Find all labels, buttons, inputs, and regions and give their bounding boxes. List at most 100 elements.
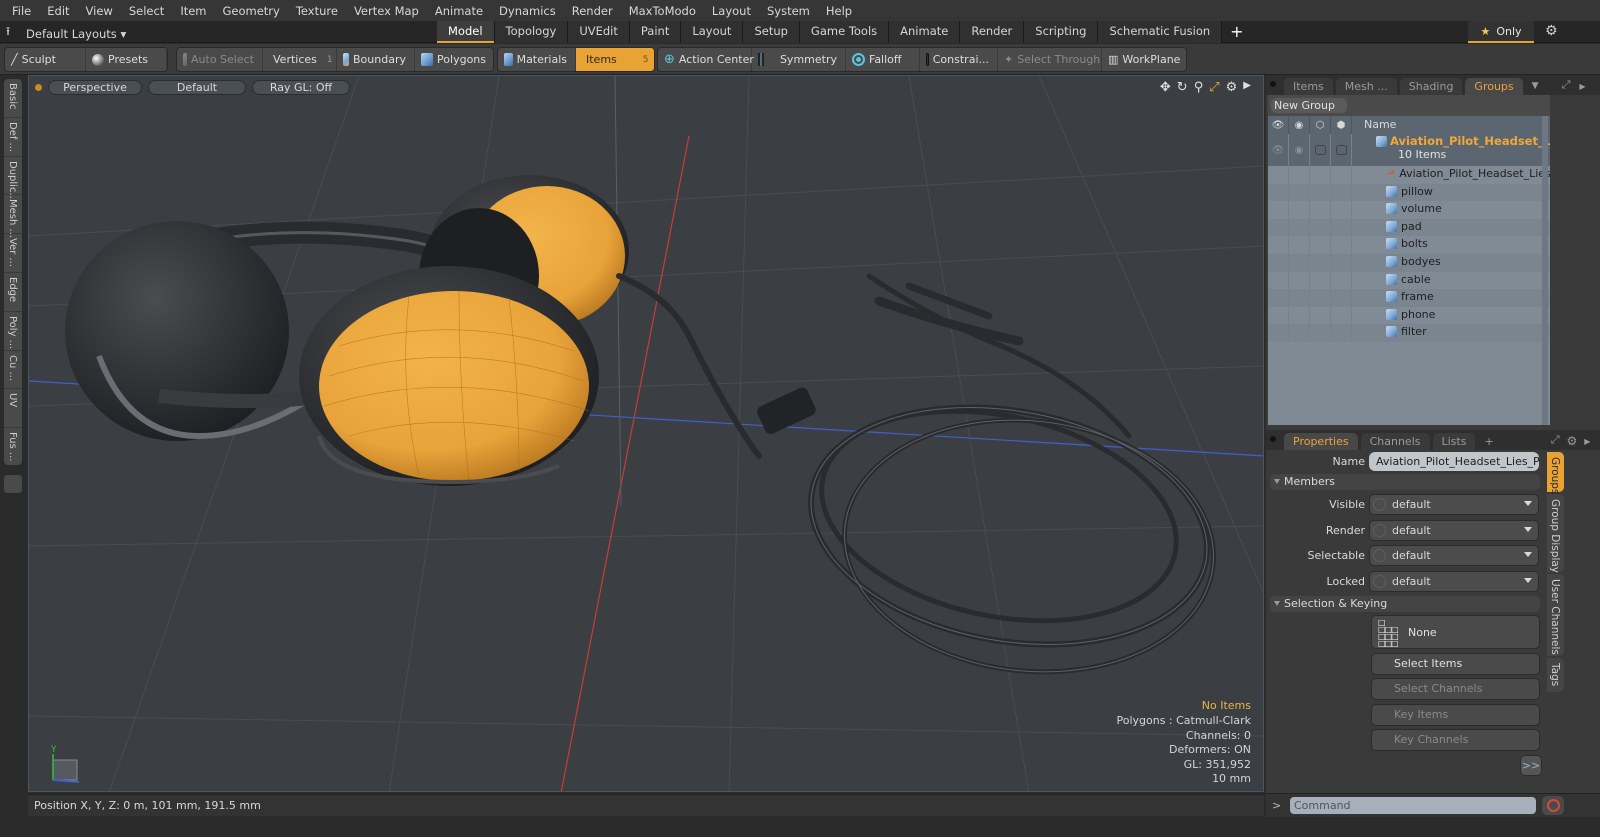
lock-column-cube-icon[interactable]: ⬢ [1331,116,1352,134]
member-toggle-cell[interactable] [1331,201,1352,219]
polygons-button[interactable]: Polygons [415,48,493,71]
member-toggle-cell[interactable] [1310,201,1331,219]
visible-select[interactable]: default [1369,494,1539,515]
name-input[interactable]: Aviation_Pilot_Headset_Lies_Pos [1369,452,1539,471]
record-macro-button[interactable] [1542,796,1564,815]
member-toggle-cell[interactable] [1310,236,1331,254]
tab-lists[interactable]: Lists [1432,433,1476,450]
selectable-column-cube-icon[interactable]: ⬡ [1310,116,1331,134]
menu-system[interactable]: System [759,4,818,18]
tab-schematic-fusion[interactable]: Schematic Fusion [1098,21,1223,43]
lock-toggle[interactable] [1331,134,1352,166]
left-tab-duplicate[interactable]: Duplic... [4,157,22,202]
member-toggle-cell[interactable] [1268,306,1289,325]
presets-button[interactable]: Presets [86,48,167,71]
menu-texture[interactable]: Texture [288,4,346,18]
workplane-button[interactable]: ▥ WorkPlane [1102,48,1186,71]
constraints-button[interactable]: Constrai... [920,48,998,71]
left-tab-fusion[interactable]: Fus ... [4,428,22,467]
member-toggle-cell[interactable] [1331,289,1352,307]
group-member-row[interactable]: bolts [1268,236,1550,254]
selection-keying-section-header[interactable]: Selection & Keying [1270,596,1540,612]
side-tab-user-channels[interactable]: User Channels [1547,574,1564,656]
menu-render[interactable]: Render [564,4,621,18]
select-items-button[interactable]: Select Items [1371,653,1540,675]
sculpt-button[interactable]: ╱ Sculpt [5,48,86,71]
tab-layout[interactable]: Layout [681,21,744,43]
menu-dynamics[interactable]: Dynamics [491,4,564,18]
materials-button[interactable]: Materials [498,48,576,71]
groups-scrollbar[interactable] [1542,116,1548,425]
menu-help[interactable]: Help [818,4,860,18]
visibility-toggle-eye-icon[interactable]: 👁 [1268,134,1289,166]
member-toggle-cell[interactable] [1331,271,1352,290]
side-tab-tags[interactable]: Tags [1547,658,1564,692]
members-section-header[interactable]: Members [1270,474,1540,490]
shading-button[interactable]: Default [148,79,246,95]
member-toggle-cell[interactable] [1310,183,1331,202]
tab-game-tools[interactable]: Game Tools [799,21,890,43]
3d-viewport[interactable]: Y Perspective Default Ray GL: Off ✥ ↻ ⚲ … [28,75,1264,792]
menu-layout[interactable]: Layout [704,4,759,18]
group-member-row[interactable]: ⬏ Aviation_Pilot_Headset_Lies... [1268,166,1550,184]
properties-gear-icon[interactable]: ⚙ [1567,434,1578,448]
left-tab-curve[interactable]: Cu ... [4,351,22,390]
member-toggle-cell[interactable] [1289,289,1310,307]
member-toggle-cell[interactable] [1331,253,1352,272]
member-toggle-cell[interactable] [1268,183,1289,202]
member-toggle-cell[interactable] [1310,166,1331,184]
member-toggle-cell[interactable] [1289,253,1310,272]
member-toggle-cell[interactable] [1289,201,1310,219]
member-toggle-cell[interactable] [1289,324,1310,342]
left-tab-uv[interactable]: UV [4,389,22,429]
tab-channels[interactable]: Channels [1360,433,1430,450]
member-toggle-cell[interactable] [1268,324,1289,342]
left-extra-tab[interactable] [3,474,23,494]
add-tab-button[interactable]: + [1222,21,1251,43]
left-tab-mesh[interactable]: Mesh ... [4,195,22,238]
render-column-camera-icon[interactable]: ◉ [1289,116,1310,134]
key-items-button[interactable]: Key Items [1371,704,1540,726]
menu-edit[interactable]: Edit [39,4,77,18]
panel-menu-dot[interactable] [1270,81,1276,87]
member-toggle-cell[interactable] [1310,271,1331,290]
member-toggle-cell[interactable] [1289,236,1310,254]
member-toggle-cell[interactable] [1268,271,1289,290]
viewport-menu-dot[interactable] [35,83,42,91]
member-toggle-cell[interactable] [1289,306,1310,325]
view-mode-button[interactable]: Perspective [48,79,142,95]
member-toggle-cell[interactable] [1310,324,1331,342]
group-member-row[interactable]: volume [1268,201,1550,219]
maximize-icon[interactable]: ⤢ [1209,80,1219,95]
member-toggle-cell[interactable] [1331,324,1352,342]
menu-view[interactable]: View [78,4,121,18]
raygl-button[interactable]: Ray GL: Off [252,79,350,95]
locked-select[interactable]: default [1369,571,1539,592]
tab-scripting[interactable]: Scripting [1024,21,1099,43]
member-toggle-cell[interactable] [1268,253,1289,272]
tab-setup[interactable]: Setup [743,21,800,43]
left-tab-basic[interactable]: Basic [4,79,22,118]
group-member-row[interactable]: cable [1268,271,1550,290]
member-toggle-cell[interactable] [1289,183,1310,202]
member-toggle-cell[interactable] [1331,236,1352,254]
menu-geometry[interactable]: Geometry [215,4,288,18]
gear-icon[interactable]: ⚙ [1545,23,1561,39]
key-channels-button[interactable]: Key Channels [1371,729,1540,751]
items-button[interactable]: Items 5 [576,48,654,71]
selectable-toggle[interactable] [1310,134,1331,166]
member-toggle-cell[interactable] [1310,253,1331,272]
menu-select[interactable]: Select [121,4,172,18]
boundary-button[interactable]: Boundary [337,48,415,71]
side-tab-group-display[interactable]: Group Display [1547,494,1564,573]
vertices-button[interactable]: Vertices 1 [263,48,337,71]
left-tab-edge[interactable]: Edge [4,273,22,312]
panel-expand-arrow-icon[interactable]: ▶ [1579,82,1585,91]
tab-animate[interactable]: Animate [889,21,961,43]
left-tab-deform[interactable]: Def ... [4,118,22,157]
properties-expand-arrow-icon[interactable]: ▶ [1584,437,1590,446]
selectable-select[interactable]: default [1369,545,1539,566]
layouts-dropdown[interactable]: ⭱ Default Layouts ▾ [6,24,126,43]
properties-maximize-icon[interactable]: ⤢ [1551,433,1560,447]
properties-menu-dot[interactable] [1270,436,1276,442]
